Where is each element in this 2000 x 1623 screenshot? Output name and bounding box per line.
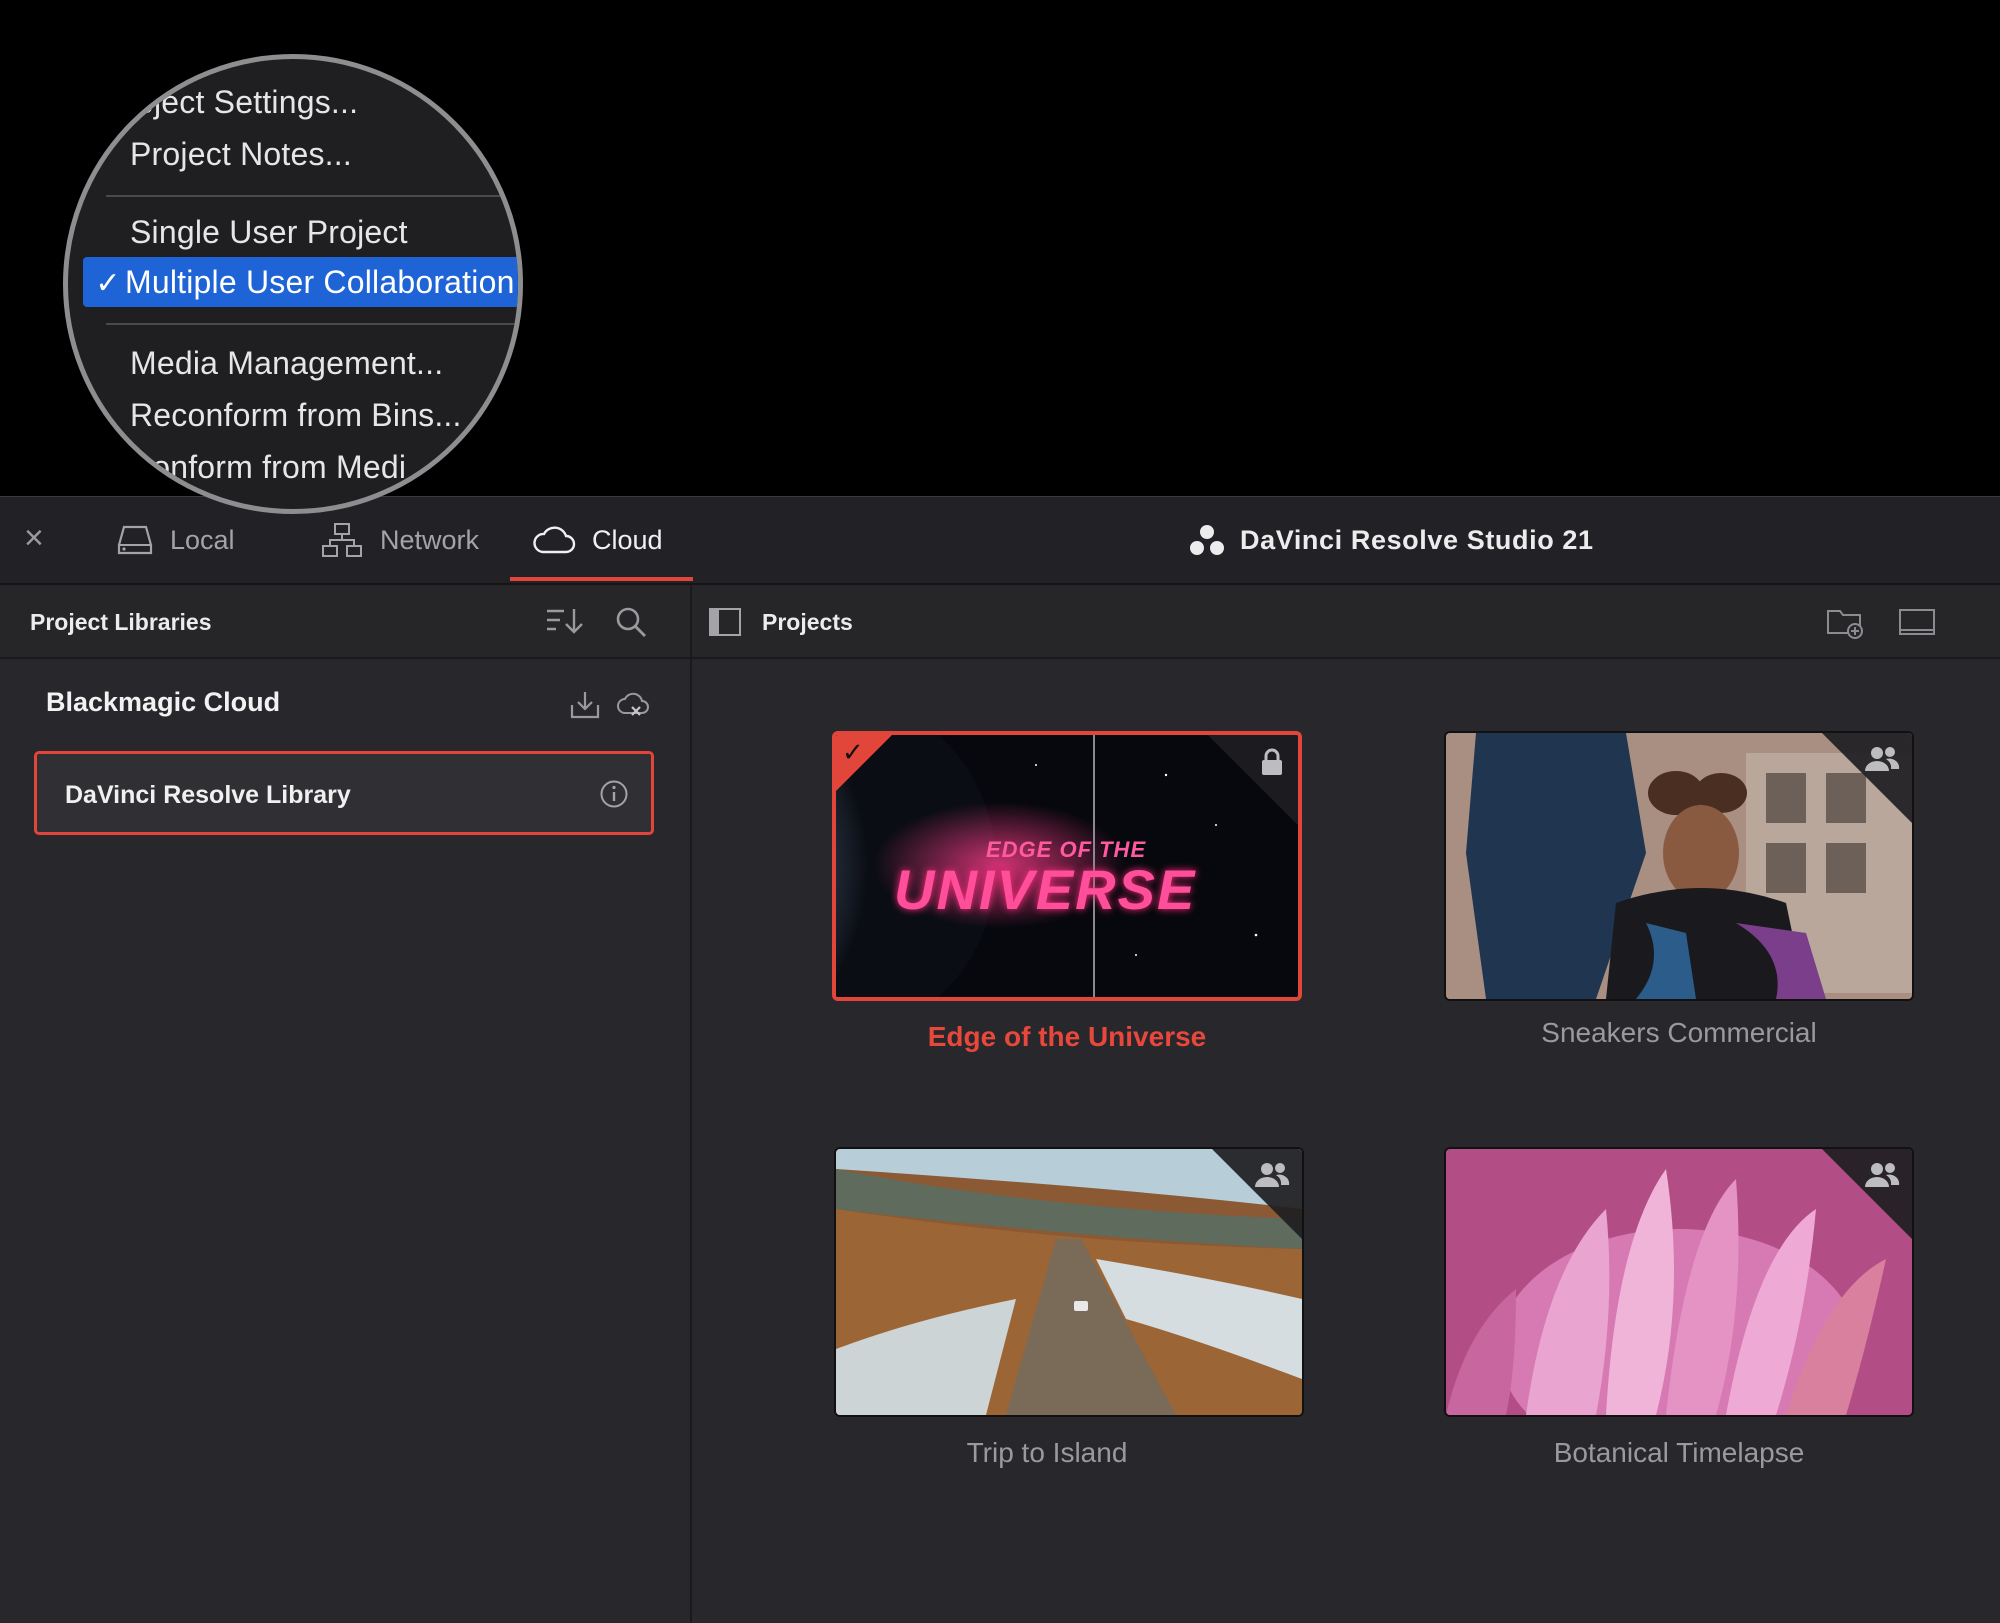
- close-button[interactable]: ×: [24, 519, 44, 558]
- project-thumbnail-botanical-timelapse[interactable]: [1444, 1147, 1914, 1417]
- users-icon: [1254, 1161, 1290, 1194]
- menu-item-label: Multiple User Collaboration: [125, 264, 515, 300]
- menu-separator: [106, 323, 518, 325]
- tab-local[interactable]: Local: [116, 497, 235, 583]
- app-title-text: DaVinci Resolve Studio 21: [1240, 524, 1594, 555]
- checkmark-icon: ✓: [95, 267, 121, 300]
- library-item-label: DaVinci Resolve Library: [65, 781, 351, 809]
- sort-icon[interactable]: [544, 605, 586, 642]
- cloud-disconnect-icon[interactable]: [616, 689, 650, 726]
- tab-label: Network: [380, 524, 480, 555]
- project-title[interactable]: Botanical Timelapse: [1444, 1437, 1914, 1469]
- tab-network[interactable]: Network: [320, 497, 479, 583]
- sidebar-toggle-icon[interactable]: [708, 607, 742, 642]
- project-title[interactable]: Edge of the Universe: [832, 1021, 1302, 1053]
- menu-item-multiple-user-collaboration[interactable]: ✓ Multiple User Collaboration: [83, 257, 518, 307]
- app-title: DaVinci Resolve Studio 21: [1188, 497, 1594, 583]
- project-manager-window: × Local Network Cloud DaVinci Resolve St…: [0, 496, 2000, 1623]
- users-icon: [1864, 1161, 1900, 1194]
- project-thumbnail-trip-to-island[interactable]: [834, 1147, 1304, 1417]
- project-thumbnail-edge-of-the-universe[interactable]: EDGE OF THE UNIVERSE ✓: [832, 731, 1302, 1001]
- panel-title: Project Libraries: [30, 609, 212, 635]
- project-title[interactable]: Trip to Island: [812, 1437, 1282, 1469]
- drive-icon: [117, 525, 153, 555]
- projects-panel: Projects EDGE OF THE UNIVERSE ✓ Edge of …: [692, 585, 2000, 1623]
- menu-item-reconform-from-bins[interactable]: Reconform from Bins...: [130, 397, 462, 434]
- info-icon[interactable]: [599, 779, 629, 814]
- projects-header: Projects: [692, 585, 2000, 659]
- lock-icon: [1258, 747, 1286, 782]
- menu-item-reconform-from-media[interactable]: conform from Medi: [136, 449, 406, 486]
- library-item-davinci-resolve[interactable]: DaVinci Resolve Library: [34, 751, 654, 835]
- network-icon: [322, 523, 362, 557]
- projects-title: Projects: [762, 609, 853, 635]
- panel-header: Project Libraries: [0, 585, 690, 659]
- project-libraries-panel: Project Libraries Blackmagic Cloud DaVin…: [0, 585, 692, 1623]
- menu-item-single-user-project[interactable]: Single User Project: [130, 214, 408, 251]
- users-icon: [1864, 745, 1900, 778]
- davinci-logo-icon: [1190, 525, 1224, 555]
- cloud-icon: [533, 526, 576, 554]
- menu-item-project-settings[interactable]: oject Settings...: [136, 84, 358, 121]
- new-folder-icon[interactable]: [1826, 605, 1866, 644]
- project-thumbnail-sneakers-commercial[interactable]: [1444, 731, 1914, 1001]
- menu-magnifier: oject Settings... Project Notes... Singl…: [63, 54, 523, 514]
- menu-item-media-management[interactable]: Media Management...: [130, 345, 443, 382]
- menu-item-project-notes[interactable]: Project Notes...: [130, 136, 352, 173]
- menu-separator: [106, 195, 518, 197]
- tab-label: Cloud: [592, 524, 663, 555]
- search-icon[interactable]: [614, 605, 648, 644]
- project-menu: oject Settings... Project Notes... Singl…: [68, 59, 518, 509]
- tab-cloud[interactable]: Cloud: [532, 497, 663, 583]
- checkmark-icon: ✓: [842, 737, 864, 767]
- view-mode-icon[interactable]: [1898, 607, 1936, 642]
- library-group-title: Blackmagic Cloud: [46, 687, 281, 717]
- project-title[interactable]: Sneakers Commercial: [1444, 1017, 1914, 1049]
- thumb-title-large: UNIVERSE: [894, 858, 1197, 921]
- active-tab-indicator: [510, 577, 693, 581]
- tab-label: Local: [170, 524, 235, 555]
- download-icon[interactable]: [568, 689, 602, 726]
